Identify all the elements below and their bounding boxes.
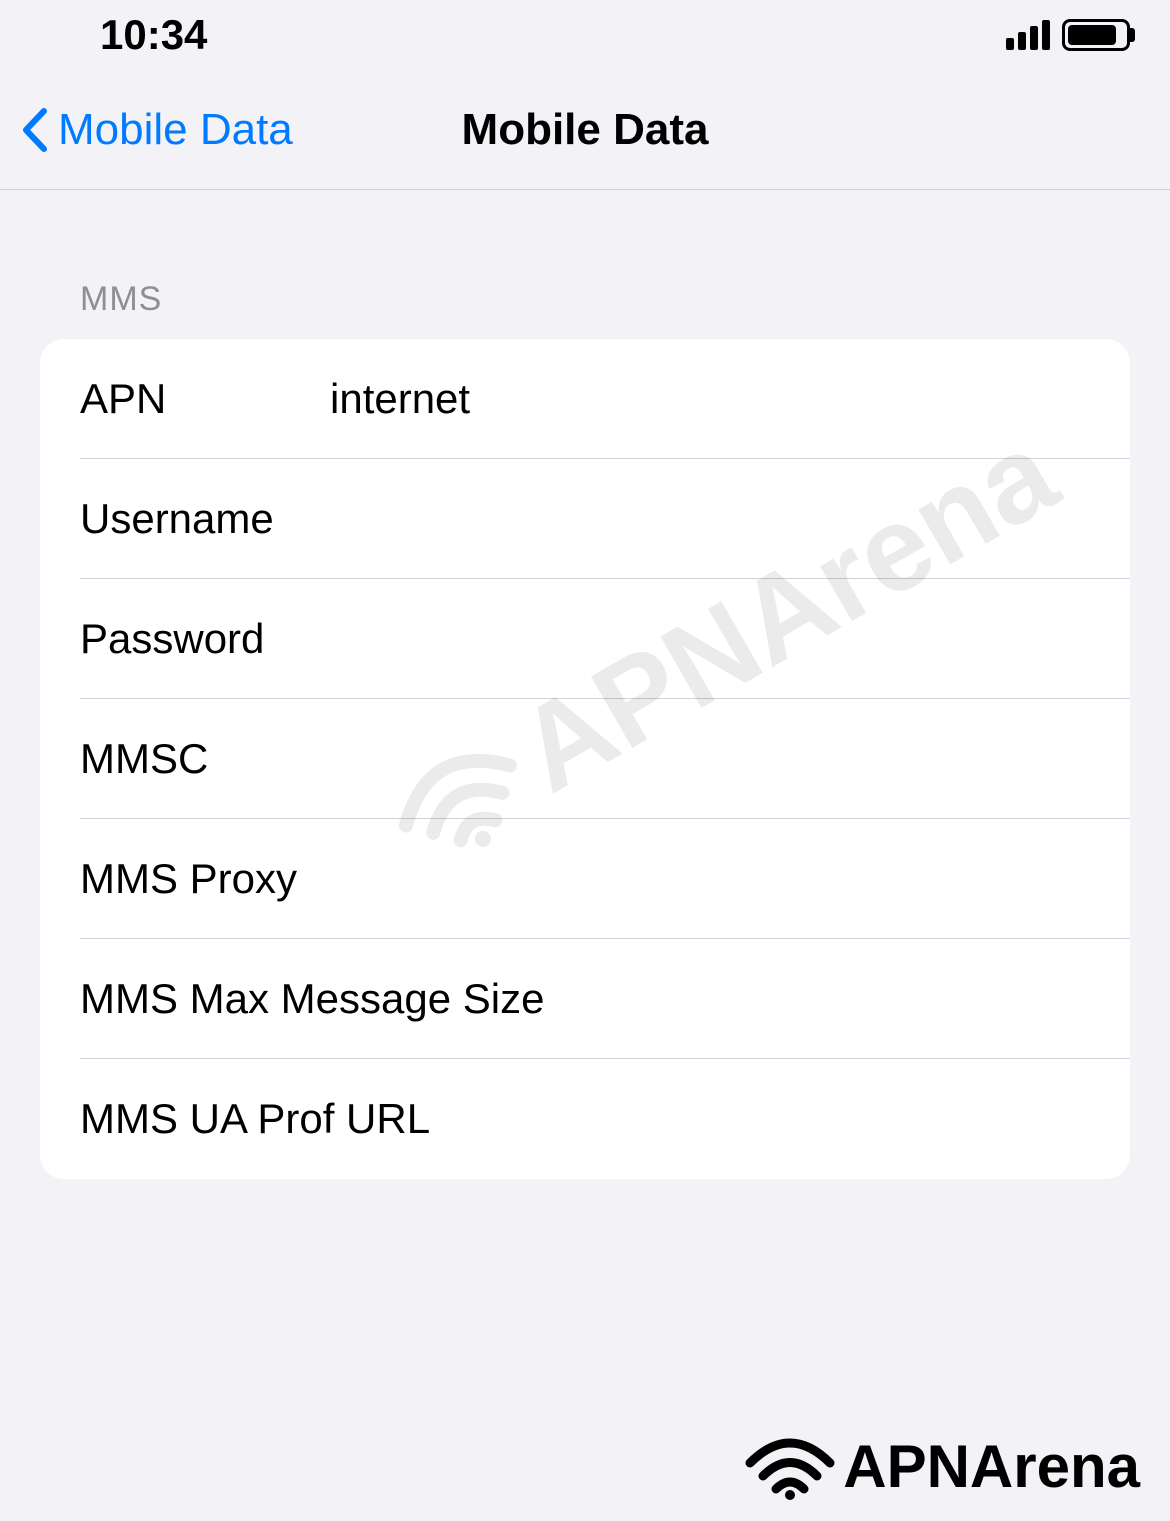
mms-max-size-label: MMS Max Message Size [80,975,544,1023]
nav-bar: Mobile Data Mobile Data [0,70,1170,190]
apn-row[interactable]: APN [40,339,1130,459]
apn-label: APN [80,375,320,423]
username-row[interactable]: Username [40,459,1130,579]
mms-max-size-row[interactable]: MMS Max Message Size [40,939,1130,1059]
password-row[interactable]: Password [40,579,1130,699]
back-label: Mobile Data [58,105,293,155]
apn-input[interactable] [320,375,1090,423]
wifi-icon [745,1431,835,1501]
mmsc-row[interactable]: MMSC [40,699,1130,819]
battery-icon [1062,19,1130,51]
cellular-signal-icon [1006,20,1050,50]
username-input[interactable] [320,495,1090,543]
status-icons [1006,19,1130,51]
back-button[interactable]: Mobile Data [0,105,293,155]
password-input[interactable] [320,615,1090,663]
mms-ua-prof-label: MMS UA Prof URL [80,1095,430,1143]
mms-proxy-label: MMS Proxy [80,855,297,903]
chevron-left-icon [20,107,50,153]
password-label: Password [80,615,320,663]
mms-ua-prof-row[interactable]: MMS UA Prof URL [40,1059,1130,1179]
username-label: Username [80,495,320,543]
section-header-mms: MMS [40,190,1130,339]
page-title: Mobile Data [462,105,709,155]
mmsc-input[interactable] [320,735,1090,783]
mmsc-label: MMSC [80,735,320,783]
footer-logo-text: APNArena [843,1432,1140,1501]
mms-settings-group: APN Username Password MMSC MMS Proxy MMS… [40,339,1130,1179]
status-time: 10:34 [100,11,207,59]
status-bar: 10:34 [0,0,1170,70]
mms-proxy-row[interactable]: MMS Proxy [40,819,1130,939]
footer-logo: APNArena [745,1431,1140,1501]
